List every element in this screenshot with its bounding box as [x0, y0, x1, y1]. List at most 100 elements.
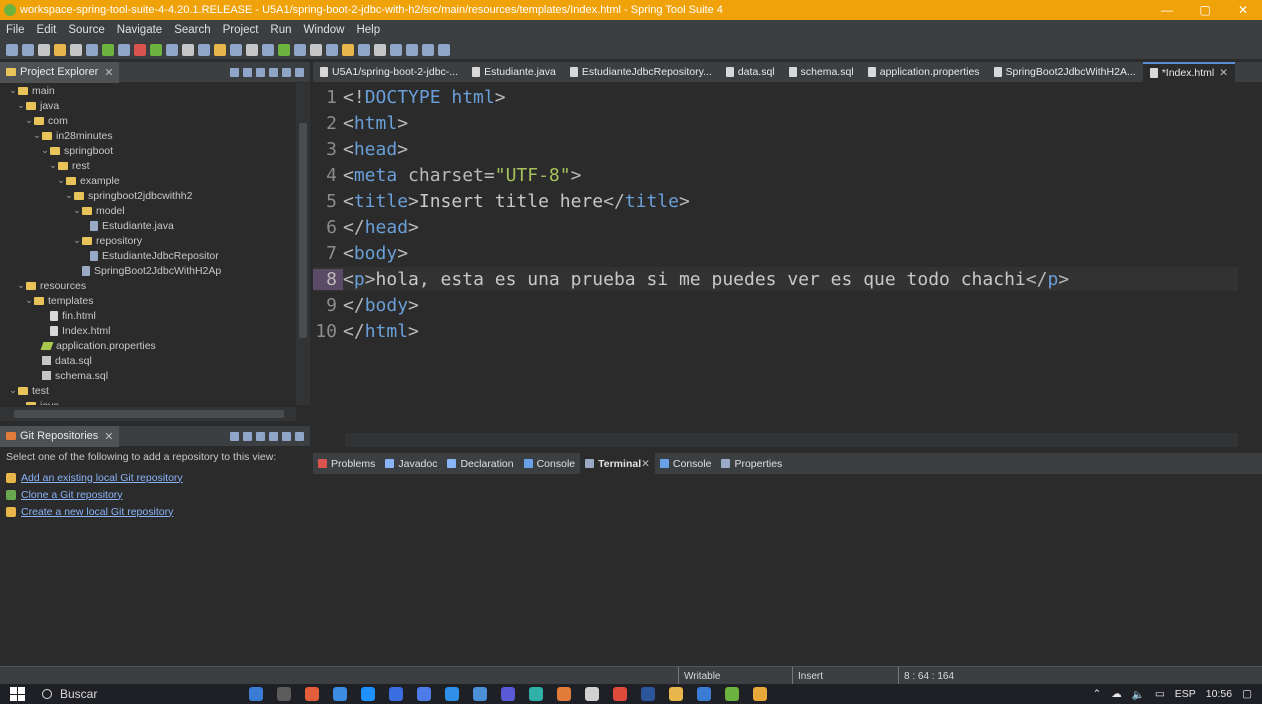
menu-help[interactable]: Help	[350, 24, 386, 36]
toolbar-button-icon[interactable]	[246, 43, 258, 56]
add-repo-icon[interactable]	[243, 431, 252, 441]
app-icon[interactable]	[501, 687, 515, 701]
menu-file[interactable]: File	[0, 24, 31, 36]
close-icon[interactable]: ✕	[104, 430, 113, 443]
collapse-all-icon[interactable]	[230, 67, 239, 77]
app-icon[interactable]	[473, 687, 487, 701]
git-link-2[interactable]: Create a new local Git repository	[6, 503, 304, 520]
console-tab[interactable]: Terminal ✕	[580, 453, 655, 474]
network-icon[interactable]: ☁	[1111, 688, 1122, 700]
chevron-down-icon[interactable]: ⌄	[40, 145, 50, 156]
windows-start-icon[interactable]	[10, 687, 26, 701]
toolbar-button-icon[interactable]	[166, 43, 178, 56]
chevron-down-icon[interactable]: ⌄	[32, 130, 42, 141]
tab-git-repositories[interactable]: Git Repositories ✕	[0, 425, 120, 447]
battery-icon[interactable]: ▭	[1155, 688, 1165, 700]
menu-navigate[interactable]: Navigate	[111, 24, 168, 36]
tree-folder[interactable]: ⌄ com	[0, 113, 294, 128]
scroll-thumb[interactable]	[14, 410, 284, 418]
console-tab[interactable]: Declaration	[442, 453, 518, 474]
terminal-view[interactable]	[313, 474, 1262, 666]
toolbar-button-icon[interactable]	[342, 43, 354, 56]
tree-folder[interactable]: ⌄ model	[0, 203, 294, 218]
toolbar-button-icon[interactable]	[310, 43, 322, 56]
toolbar-button-icon[interactable]	[150, 43, 162, 56]
toolbar-button-icon[interactable]	[198, 43, 210, 56]
maximize-view-icon[interactable]	[295, 67, 304, 77]
close-icon[interactable]: ✕	[641, 458, 650, 470]
toolbar-button-icon[interactable]	[134, 43, 146, 56]
code-editor[interactable]: 1 <! DOCTYPE html >2 < html >3 < head >4 < meta cha…	[313, 83, 1238, 433]
chevron-down-icon[interactable]: ⌄	[72, 205, 82, 216]
tree-folder[interactable]: ⌄ test	[0, 383, 294, 398]
editor-tab[interactable]: U5A1/spring-boot-2-jdbc-...	[313, 62, 465, 83]
github-icon[interactable]	[585, 687, 599, 701]
toolbar-button-icon[interactable]	[22, 43, 34, 56]
clone-icon[interactable]	[256, 431, 265, 441]
tree-folder[interactable]: ⌄ resources	[0, 278, 294, 293]
app-icon[interactable]	[697, 687, 711, 701]
clock[interactable]: 10:56	[1206, 688, 1232, 700]
file-explorer-icon[interactable]	[669, 687, 683, 701]
tree-file[interactable]: Index.html	[0, 323, 294, 338]
terminal-app-icon[interactable]	[277, 687, 291, 701]
app-icon[interactable]	[529, 687, 543, 701]
chevron-down-icon[interactable]: ⌄	[24, 295, 34, 306]
toolbar-button-icon[interactable]	[438, 43, 450, 56]
chevron-down-icon[interactable]: ⌄	[48, 160, 58, 171]
minimize-view-icon[interactable]	[282, 67, 291, 77]
tree-folder[interactable]: ⌄ springboot	[0, 143, 294, 158]
toolbar-button-icon[interactable]	[86, 43, 98, 56]
editor-tab[interactable]: Estudiante.java	[465, 62, 563, 83]
chevron-down-icon[interactable]: ⌄	[8, 85, 18, 96]
toolbar-button-icon[interactable]	[390, 43, 402, 56]
toolbar-button-icon[interactable]	[326, 43, 338, 56]
collapse-icon[interactable]	[230, 431, 239, 441]
chevron-down-icon[interactable]: ⌄	[24, 115, 34, 126]
brave-browser-icon[interactable]	[305, 687, 319, 701]
menu-window[interactable]: Window	[298, 24, 351, 36]
console-tab[interactable]: Problems	[313, 453, 380, 474]
toolbar-button-icon[interactable]	[230, 43, 242, 56]
menu-source[interactable]: Source	[62, 24, 110, 36]
word-icon[interactable]	[641, 687, 655, 701]
filter-icon[interactable]	[256, 67, 265, 77]
toolbar-button-icon[interactable]	[182, 43, 194, 56]
view-menu-icon[interactable]	[295, 431, 304, 441]
git-link-1[interactable]: Clone a Git repository	[6, 486, 304, 503]
editor-tab[interactable]: EstudianteJdbcRepository...	[563, 62, 719, 83]
view-menu-icon[interactable]	[269, 67, 278, 77]
toolbar-button-icon[interactable]	[422, 43, 434, 56]
menu-search[interactable]: Search	[168, 24, 216, 36]
toolbar-button-icon[interactable]	[406, 43, 418, 56]
toolbar-button-icon[interactable]	[6, 43, 18, 56]
visual-studio-icon[interactable]	[417, 687, 431, 701]
tree-file[interactable]: EstudianteJdbcRepositor	[0, 248, 294, 263]
tree-folder[interactable]: ⌄ in28minutes	[0, 128, 294, 143]
vertical-scrollbar[interactable]	[296, 83, 310, 405]
menu-project[interactable]: Project	[217, 24, 265, 36]
tree-file[interactable]: data.sql	[0, 353, 294, 368]
console-tab[interactable]: Console	[655, 453, 717, 474]
toolbar-button-icon[interactable]	[358, 43, 370, 56]
tree-folder[interactable]: ⌄ rest	[0, 158, 294, 173]
toolbar-button-icon[interactable]	[70, 43, 82, 56]
editor-tab[interactable]: data.sql	[719, 62, 782, 83]
language-indicator[interactable]: ESP	[1175, 688, 1196, 700]
editor-tab[interactable]: SpringBoot2JdbcWithH2A...	[987, 62, 1143, 83]
horizontal-scrollbar[interactable]	[0, 407, 296, 421]
tree-file[interactable]: fin.html	[0, 308, 294, 323]
editor-tab[interactable]: application.properties	[861, 62, 987, 83]
menu-edit[interactable]: Edit	[31, 24, 63, 36]
create-repo-icon[interactable]	[269, 431, 278, 441]
editor-horizontal-scrollbar[interactable]	[345, 433, 1238, 447]
tree-folder[interactable]: ⌄ repository	[0, 233, 294, 248]
git-link-0[interactable]: Add an existing local Git repository	[6, 469, 304, 486]
tree-file[interactable]: application.properties	[0, 338, 294, 353]
tree-folder[interactable]: ⌄ java	[0, 98, 294, 113]
editor-vertical-scrollbar[interactable]	[1238, 83, 1254, 433]
refresh-icon[interactable]	[282, 431, 291, 441]
tree-folder[interactable]: ⌄ example	[0, 173, 294, 188]
toolbar-button-icon[interactable]	[262, 43, 274, 56]
toolbar-button-icon[interactable]	[118, 43, 130, 56]
